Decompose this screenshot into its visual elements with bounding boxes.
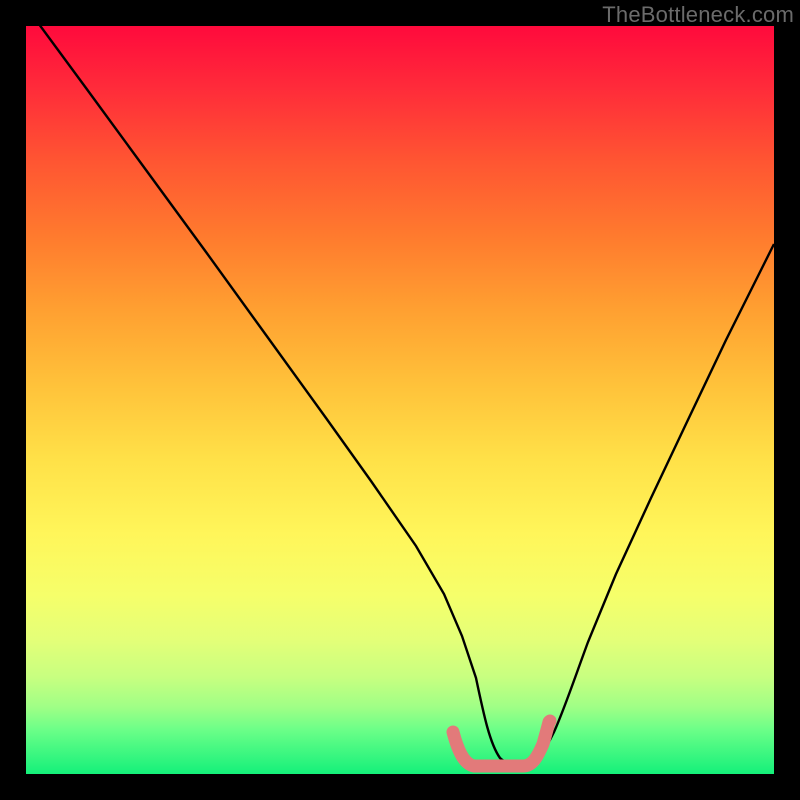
heat-gradient-plot: [26, 26, 774, 774]
valley-marker-dot: [544, 715, 557, 728]
curve-path: [33, 26, 774, 765]
watermark-text: TheBottleneck.com: [602, 2, 794, 28]
figure-canvas: TheBottleneck.com: [0, 0, 800, 800]
bottleneck-curve: [26, 26, 774, 774]
